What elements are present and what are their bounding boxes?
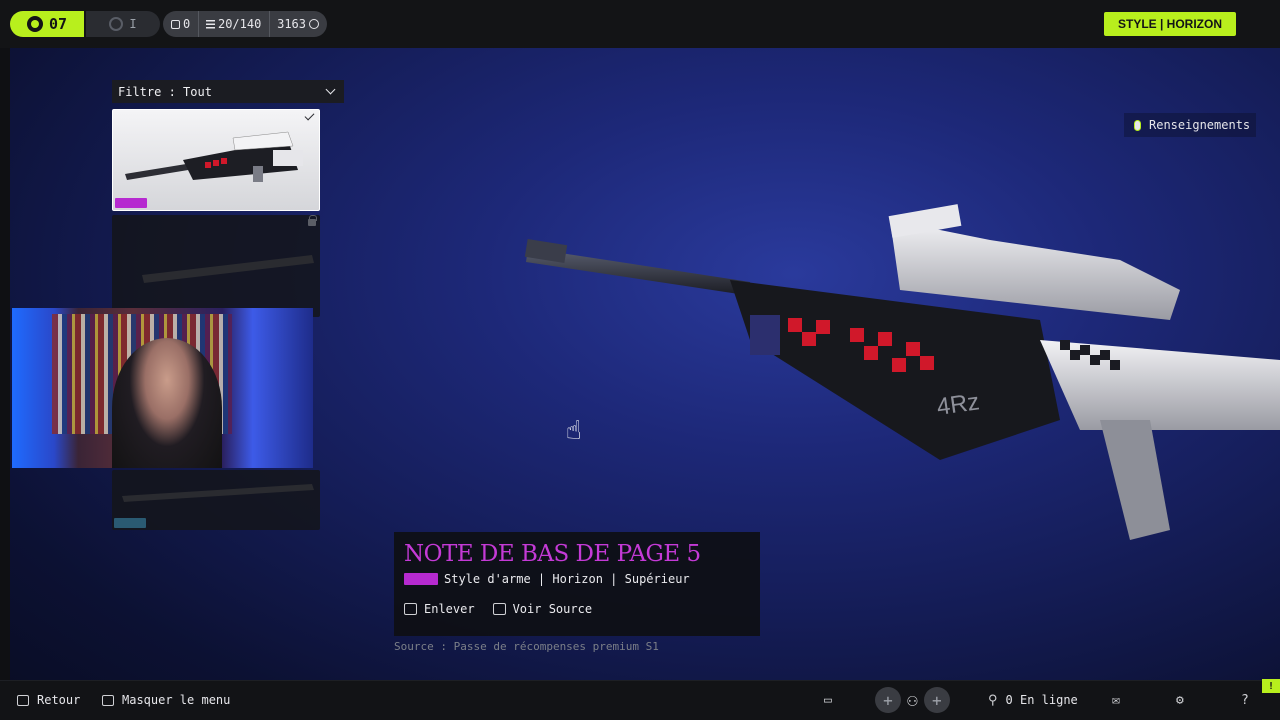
- chevron-down-icon: [325, 84, 336, 95]
- stat-b: 20/140: [205, 17, 261, 31]
- rank-badge[interactable]: I: [86, 11, 160, 37]
- controller-icon: [26, 16, 43, 32]
- item-type: Style d'arme | Horizon | Supérieur: [444, 572, 690, 586]
- info-button-label: Renseignements: [1149, 118, 1251, 132]
- rank-icon: [109, 17, 124, 31]
- view-source-label: Voir Source: [512, 602, 593, 616]
- stat-a: 0: [171, 17, 190, 31]
- view-source-button[interactable]: Voir Source: [492, 602, 593, 616]
- remove-button[interactable]: Enlever: [404, 602, 475, 616]
- lock-icon: [308, 215, 317, 226]
- mail-icon: ✉: [1112, 692, 1120, 708]
- rarity-tag: [115, 198, 147, 208]
- box-icon: [171, 19, 180, 29]
- style-badge: STYLE | HORIZON: [1104, 12, 1236, 36]
- hand-cursor-icon: ☝: [566, 416, 582, 446]
- plus-icon[interactable]: +: [923, 687, 950, 713]
- item-source: Source : Passe de récompenses premium S1: [394, 640, 659, 653]
- chat-icon: ▭: [824, 692, 832, 708]
- key-icon: [492, 603, 506, 615]
- item-type-line: Style d'arme | Horizon | Supérieur: [404, 572, 750, 586]
- list-icon: [205, 19, 215, 29]
- filter-dropdown[interactable]: Filtre : Tout: [112, 80, 344, 103]
- back-button[interactable]: Retour: [17, 680, 80, 720]
- mouse-icon: [1134, 119, 1141, 131]
- weapon-preview: 4Rz: [524, 204, 1280, 540]
- online-button[interactable]: ⚲ 0 En ligne: [988, 680, 1078, 720]
- rarity-tag: [114, 518, 146, 528]
- item-info-panel: NOTE DE BAS DE PAGE 5 Style d'arme | Hor…: [394, 532, 760, 636]
- plus-icon[interactable]: +: [875, 687, 901, 713]
- online-label: 0 En ligne: [1005, 693, 1078, 707]
- mail-button[interactable]: ✉: [1112, 680, 1120, 720]
- weapon-thumbnail: [142, 255, 314, 283]
- weapon-thumbnail: [125, 131, 303, 182]
- level-badge[interactable]: 07: [10, 11, 84, 37]
- divider: [268, 11, 270, 37]
- squad-controls: + ⚇ +: [875, 680, 950, 720]
- rank-value: I: [129, 17, 137, 31]
- item-name: NOTE DE BAS DE PAGE 5: [404, 541, 701, 567]
- squad-icon[interactable]: ⚇: [907, 690, 918, 711]
- hide-menu-button[interactable]: Masquer le menu: [102, 680, 230, 720]
- weapon-card-locked[interactable]: [112, 470, 320, 530]
- filter-label: Filtre : Tout: [118, 84, 212, 99]
- hide-menu-label: Masquer le menu: [122, 693, 231, 707]
- webcam-overlay: [12, 308, 313, 468]
- stats-bar: 0 20/140 3163: [163, 11, 327, 37]
- key-icon: [404, 603, 417, 615]
- esc-key-icon: [17, 694, 29, 706]
- settings-button[interactable]: ⚙: [1176, 680, 1184, 720]
- currency: 3163: [277, 17, 319, 31]
- info-button[interactable]: Renseignements: [1124, 113, 1257, 137]
- level-value: 07: [48, 15, 68, 33]
- item-actions: Enlever Voir Source: [404, 602, 750, 616]
- help-button[interactable]: ?: [1241, 680, 1249, 720]
- chat-button[interactable]: ▭: [824, 680, 832, 720]
- back-label: Retour: [37, 693, 81, 707]
- left-edge: [0, 48, 10, 680]
- divider: [197, 11, 199, 37]
- coin-icon: [309, 19, 319, 29]
- remove-label: Enlever: [424, 602, 475, 616]
- streamer: [112, 338, 222, 468]
- weapon-card-selected[interactable]: [112, 109, 320, 211]
- weapon-card-locked[interactable]: [112, 215, 320, 317]
- rarity-tag: [404, 573, 438, 585]
- help-icon: ?: [1241, 692, 1249, 708]
- key-icon: [102, 694, 114, 706]
- friends-icon: ⚲: [988, 692, 998, 708]
- gear-icon: ⚙: [1176, 692, 1184, 708]
- notification-badge: !: [1262, 679, 1280, 693]
